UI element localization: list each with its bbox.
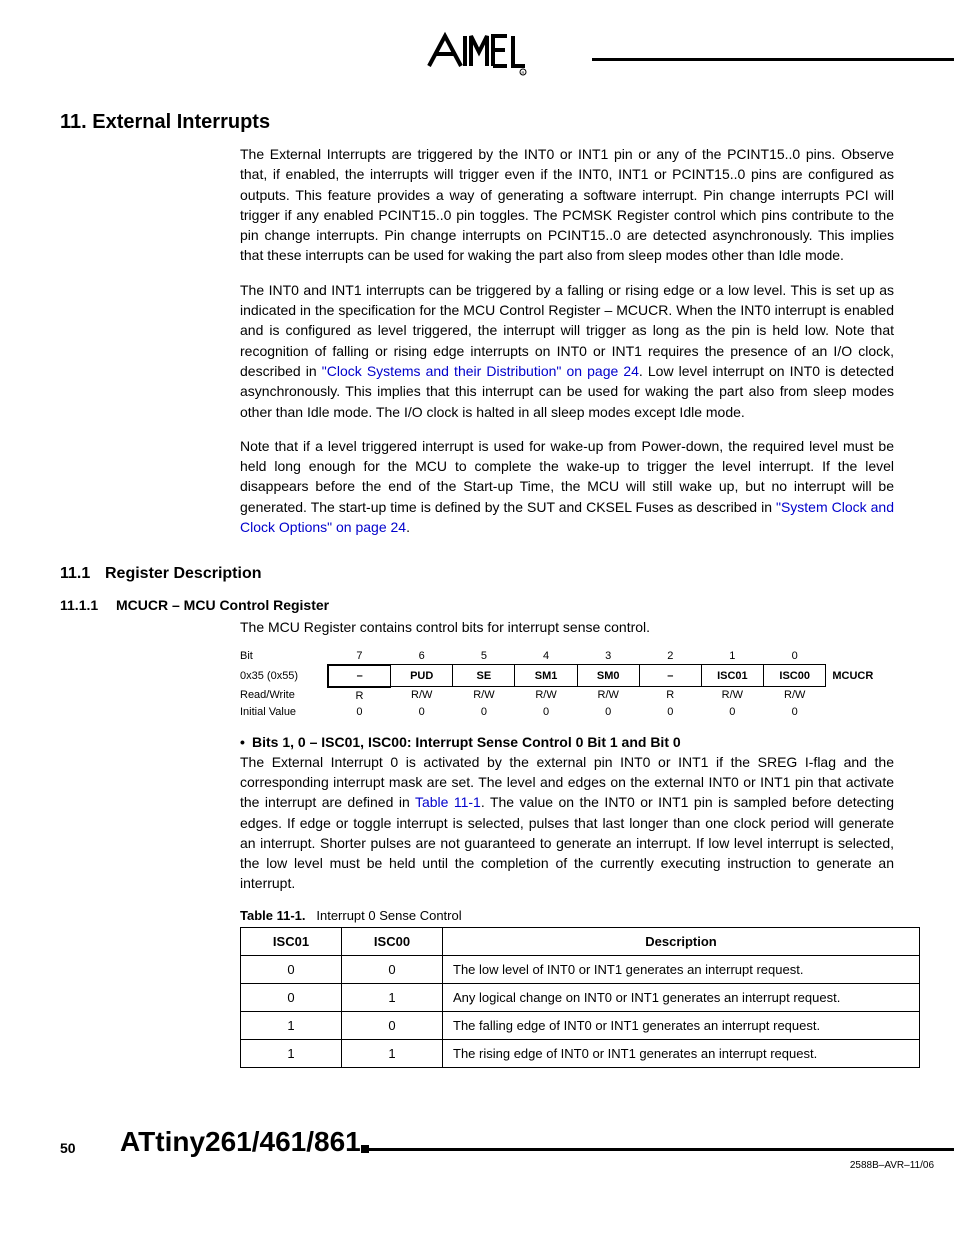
svg-text:R: R <box>522 70 525 75</box>
rw-0: R/W <box>764 687 826 704</box>
table-label: Table 11-1. <box>240 908 306 923</box>
iv-7: 0 <box>328 704 390 720</box>
td: 1 <box>342 983 443 1011</box>
section-title: 11. External Interrupts <box>60 111 894 134</box>
rw-7: R <box>328 687 390 704</box>
subsection-heading: Register Description <box>105 565 261 582</box>
paragraph-2: The INT0 and INT1 interrupts can be trig… <box>240 280 894 422</box>
table-caption: Table 11-1. Interrupt 0 Sense Control <box>240 908 894 923</box>
rw-4: R/W <box>515 687 577 704</box>
table-row: 1 0 The falling edge of INT0 or INT1 gen… <box>241 1011 920 1039</box>
td: The rising edge of INT0 or INT1 generate… <box>443 1039 920 1067</box>
atmel-logo: R <box>427 30 527 76</box>
paragraph-3: Note that if a level triggered interrupt… <box>240 436 894 537</box>
rw-2: R <box>639 687 701 704</box>
bullet-icon: • <box>240 734 252 750</box>
section-heading: External Interrupts <box>92 111 270 133</box>
bit-4: 4 <box>515 648 577 665</box>
td: The low level of INT0 or INT1 generates … <box>443 955 920 983</box>
cell-3: SM0 <box>577 665 639 687</box>
table-row: 0 1 Any logical change on INT0 or INT1 g… <box>241 983 920 1011</box>
iv-0: 0 <box>764 704 826 720</box>
td: The falling edge of INT0 or INT1 generat… <box>443 1011 920 1039</box>
header-logo-area: R <box>60 30 894 81</box>
iv-6: 0 <box>391 704 453 720</box>
table-11-1-link[interactable]: Table 11-1 <box>415 794 481 810</box>
bit-1: 1 <box>701 648 763 665</box>
bit-6: 6 <box>391 648 453 665</box>
footer-rule <box>365 1148 954 1151</box>
register-name-row: 0x35 (0x55) – PUD SE SM1 SM0 – ISC01 ISC… <box>240 665 894 687</box>
doc-id: 2588B–AVR–11/06 <box>850 1160 934 1171</box>
cell-4: SM1 <box>515 665 577 687</box>
register-rw-row: Read/Write R R/W R/W R/W R/W R R/W R/W <box>240 687 894 704</box>
table-row: 0 0 The low level of INT0 or INT1 genera… <box>241 955 920 983</box>
cell-1: ISC01 <box>701 665 763 687</box>
td: Any logical change on INT0 or INT1 gener… <box>443 983 920 1011</box>
td: 0 <box>241 955 342 983</box>
section-number: 11. <box>60 111 87 133</box>
cell-2: – <box>639 665 701 687</box>
bits-heading: •Bits 1, 0 – ISC01, ISC00: Interrupt Sen… <box>240 734 894 750</box>
register-bit-row: Bit 7 6 5 4 3 2 1 0 <box>240 648 894 665</box>
cell-5: SE <box>453 665 515 687</box>
header-rule <box>592 58 954 61</box>
iv-1: 0 <box>701 704 763 720</box>
addr-label: 0x35 (0x55) <box>240 665 328 687</box>
td: 0 <box>342 955 443 983</box>
iv-2: 0 <box>639 704 701 720</box>
table-11-1: ISC01 ISC00 Description 0 0 The low leve… <box>240 927 920 1068</box>
bit-2: 2 <box>639 648 701 665</box>
subsection-title: 11.1Register Description <box>60 565 894 583</box>
bits-heading-text: Bits 1, 0 – ISC01, ISC00: Interrupt Sens… <box>252 734 681 750</box>
cell-6: PUD <box>391 665 453 687</box>
bit-7: 7 <box>328 648 390 665</box>
subsub-number: 11.1.1 <box>60 597 116 613</box>
iv-label: Initial Value <box>240 704 328 720</box>
paragraph-1: The External Interrupts are triggered by… <box>240 144 894 266</box>
page-footer: 50 ATtiny261/461/861 2588B–AVR–11/06 <box>60 1118 894 1178</box>
td: 0 <box>342 1011 443 1039</box>
bit-0: 0 <box>764 648 826 665</box>
rw-1: R/W <box>701 687 763 704</box>
td: 0 <box>241 983 342 1011</box>
th-isc01: ISC01 <box>241 927 342 955</box>
bits-paragraph: The External Interrupt 0 is activated by… <box>240 752 894 894</box>
subsub-intro: The MCU Register contains control bits f… <box>240 617 894 637</box>
iv-5: 0 <box>453 704 515 720</box>
td: 1 <box>241 1011 342 1039</box>
para3-text-b: . <box>406 519 410 535</box>
page-number: 50 <box>60 1140 76 1156</box>
rw-3: R/W <box>577 687 639 704</box>
bit-3: 3 <box>577 648 639 665</box>
th-desc: Description <box>443 927 920 955</box>
td: 1 <box>241 1039 342 1067</box>
product-name: ATtiny261/461/861 <box>120 1126 361 1158</box>
cell-7: – <box>328 665 390 687</box>
bit-label: Bit <box>240 648 328 665</box>
subsection-number: 11.1 <box>60 565 105 583</box>
bit-5: 5 <box>453 648 515 665</box>
table-title: Interrupt 0 Sense Control <box>316 908 461 923</box>
register-side-name: MCUCR <box>826 665 894 687</box>
iv-4: 0 <box>515 704 577 720</box>
clock-systems-link[interactable]: "Clock Systems and their Distribution" o… <box>322 363 639 379</box>
page: R 11. External Interrupts The External I… <box>0 0 954 1198</box>
table-row: 1 1 The rising edge of INT0 or INT1 gene… <box>241 1039 920 1067</box>
rw-6: R/W <box>391 687 453 704</box>
register-table: Bit 7 6 5 4 3 2 1 0 0x35 (0x55) – PUD SE… <box>240 648 894 720</box>
subsubsection-title: 11.1.1MCUCR – MCU Control Register <box>60 597 894 613</box>
rw-label: Read/Write <box>240 687 328 704</box>
td: 1 <box>342 1039 443 1067</box>
th-isc00: ISC00 <box>342 927 443 955</box>
rw-5: R/W <box>453 687 515 704</box>
cell-0: ISC00 <box>764 665 826 687</box>
table-row: ISC01 ISC00 Description <box>241 927 920 955</box>
iv-3: 0 <box>577 704 639 720</box>
subsub-heading: MCUCR – MCU Control Register <box>116 597 329 613</box>
register-iv-row: Initial Value 0 0 0 0 0 0 0 0 <box>240 704 894 720</box>
